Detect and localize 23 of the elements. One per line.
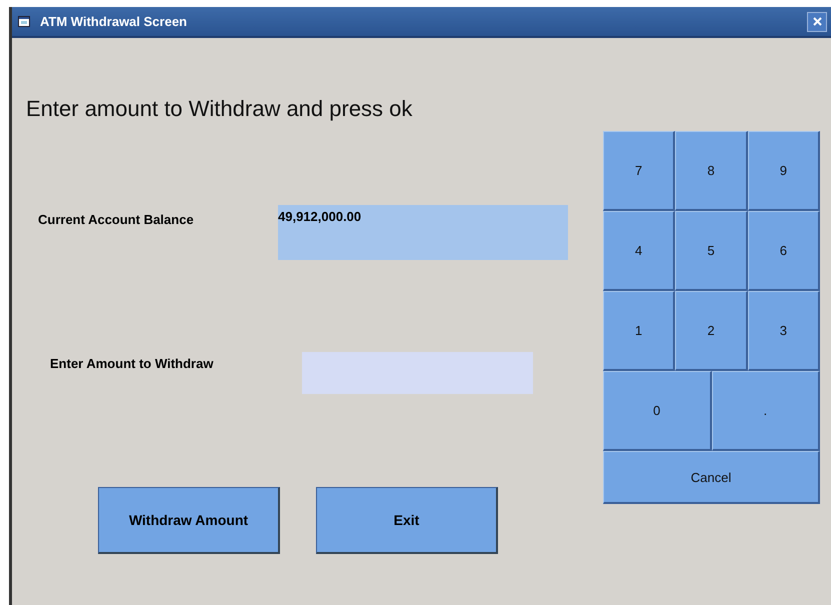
keypad-key[interactable]: 1 xyxy=(603,291,676,371)
keypad-key[interactable]: 6 xyxy=(748,211,820,291)
keypad-key[interactable]: 8 xyxy=(675,131,748,211)
keypad-key[interactable]: Cancel xyxy=(603,451,820,504)
close-button[interactable] xyxy=(807,12,827,32)
keypad-key[interactable]: 7 xyxy=(603,131,676,211)
amount-label: Enter Amount to Withdraw xyxy=(50,356,214,371)
instruction-text: Enter amount to Withdraw and press ok xyxy=(26,96,414,122)
window-icon xyxy=(18,16,30,27)
keypad-key[interactable]: 9 xyxy=(748,131,820,211)
action-button[interactable]: Withdraw Amount xyxy=(98,487,280,554)
keypad-key[interactable]: . xyxy=(712,371,820,451)
window-title: ATM Withdrawal Screen xyxy=(40,14,188,29)
keypad-key[interactable]: 4 xyxy=(603,211,676,291)
balance-label: Current Account Balance xyxy=(38,212,195,227)
keypad-key[interactable]: 0 xyxy=(603,371,712,451)
amount-input-field[interactable] xyxy=(302,352,533,394)
keypad-key[interactable]: 2 xyxy=(675,291,748,371)
keypad-key[interactable]: 5 xyxy=(675,211,748,291)
balance-display: 49,912,000.00 xyxy=(278,205,568,260)
action-button[interactable]: Exit xyxy=(316,487,498,554)
keypad-key[interactable]: 3 xyxy=(748,291,820,371)
close-icon xyxy=(812,17,822,26)
